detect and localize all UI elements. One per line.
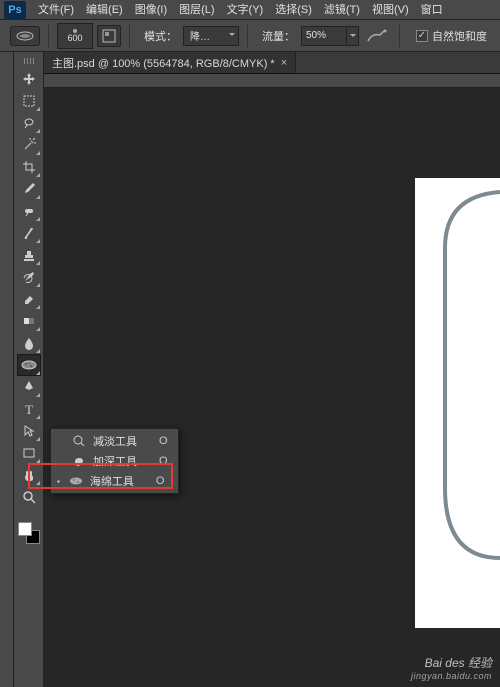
blur-tool[interactable] — [17, 332, 41, 354]
mode-dropdown[interactable]: 降… — [183, 26, 239, 46]
magic-wand-tool[interactable] — [17, 134, 41, 156]
mode-label: 模式： — [144, 28, 177, 44]
flyout-label: 减淡工具 — [93, 433, 149, 449]
menu-select[interactable]: 选择(S) — [269, 0, 318, 20]
flyout-label: 海绵工具 — [90, 473, 146, 489]
canvas[interactable] — [44, 88, 500, 687]
ruler-vertical[interactable] — [0, 52, 14, 687]
eyedropper-tool[interactable] — [17, 178, 41, 200]
color-swatches[interactable] — [16, 520, 42, 546]
svg-text:T: T — [25, 402, 33, 416]
lasso-tool[interactable] — [17, 112, 41, 134]
menu-edit[interactable]: 编辑(E) — [80, 0, 129, 20]
zoom-tool[interactable] — [17, 486, 41, 508]
tool-flyout-menu: 减淡工具 O 加深工具 O 海绵工具 O — [50, 428, 179, 494]
flow-value: 50% — [306, 30, 326, 41]
menu-file[interactable]: 文件(F) — [32, 0, 80, 20]
options-bar: 600 模式： 降… 流量： 50% ✓ 自然饱和度 — [0, 20, 500, 52]
flyout-label: 加深工具 — [93, 453, 149, 469]
document-title: 主图.psd @ 100% (5564784, RGB/8/CMYK) * — [52, 55, 275, 71]
flyout-item-burn[interactable]: 加深工具 O — [51, 451, 178, 471]
canvas-area: 主图.psd @ 100% (5564784, RGB/8/CMYK) * × — [44, 52, 500, 687]
flow-input[interactable]: 50% — [301, 26, 359, 46]
toolbar-grip-icon[interactable] — [19, 58, 39, 64]
path-selection-tool[interactable] — [17, 420, 41, 442]
menu-filter[interactable]: 滤镜(T) — [318, 0, 366, 20]
brush-panel-toggle-icon[interactable] — [97, 25, 121, 47]
app-logo-icon: Ps — [4, 1, 26, 19]
artboard — [415, 178, 500, 628]
sponge-icon — [68, 476, 84, 486]
pen-tool[interactable] — [17, 376, 41, 398]
toolbar: T — [14, 52, 44, 687]
brush-size-selector[interactable]: 600 — [57, 23, 93, 49]
flow-label: 流量： — [262, 28, 295, 44]
healing-brush-tool[interactable] — [17, 200, 41, 222]
menu-window[interactable]: 窗口 — [415, 0, 449, 20]
brush-size-value: 600 — [67, 34, 82, 43]
brush-tool[interactable] — [17, 222, 41, 244]
flyout-item-dodge[interactable]: 减淡工具 O — [51, 431, 178, 451]
close-tab-icon[interactable]: × — [281, 57, 287, 69]
burn-icon — [71, 454, 87, 468]
flyout-shortcut: O — [156, 475, 165, 487]
move-tool[interactable] — [17, 68, 41, 90]
flyout-shortcut: O — [159, 455, 168, 467]
vibrance-checkbox[interactable]: ✓ 自然饱和度 — [416, 28, 487, 44]
flyout-shortcut: O — [159, 435, 168, 447]
menu-bar: Ps 文件(F) 编辑(E) 图像(I) 图层(L) 文字(Y) 选择(S) 滤… — [0, 0, 500, 20]
hand-tool[interactable] — [17, 464, 41, 486]
document-tab-bar: 主图.psd @ 100% (5564784, RGB/8/CMYK) * × — [44, 52, 500, 74]
rectangle-tool[interactable] — [17, 442, 41, 464]
checkbox-icon: ✓ — [416, 30, 428, 42]
airbrush-icon[interactable] — [363, 26, 391, 46]
history-brush-tool[interactable] — [17, 266, 41, 288]
menu-type[interactable]: 文字(Y) — [221, 0, 270, 20]
marquee-tool[interactable] — [17, 90, 41, 112]
flyout-item-sponge[interactable]: 海绵工具 O — [51, 471, 178, 491]
stamp-tool[interactable] — [17, 244, 41, 266]
type-tool[interactable]: T — [17, 398, 41, 420]
menu-image[interactable]: 图像(I) — [129, 0, 173, 20]
tool-preset-icon[interactable] — [10, 26, 40, 46]
dodge-icon — [71, 434, 87, 448]
mode-value: 降… — [190, 28, 210, 43]
document-tab[interactable]: 主图.psd @ 100% (5564784, RGB/8/CMYK) * × — [44, 52, 296, 73]
flow-dropdown-arrow-icon[interactable] — [347, 26, 359, 46]
menu-view[interactable]: 视图(V) — [366, 0, 415, 20]
menu-layer[interactable]: 图层(L) — [173, 0, 220, 20]
crop-tool[interactable] — [17, 156, 41, 178]
vibrance-label: 自然饱和度 — [432, 28, 487, 44]
eraser-tool[interactable] — [17, 288, 41, 310]
sponge-tool[interactable] — [17, 354, 41, 376]
workspace: T 主图.psd @ 100% (5564784, RGB/8/CMYK) * … — [0, 52, 500, 687]
ruler-horizontal[interactable] — [44, 74, 500, 88]
gradient-tool[interactable] — [17, 310, 41, 332]
foreground-color-swatch[interactable] — [18, 522, 32, 536]
